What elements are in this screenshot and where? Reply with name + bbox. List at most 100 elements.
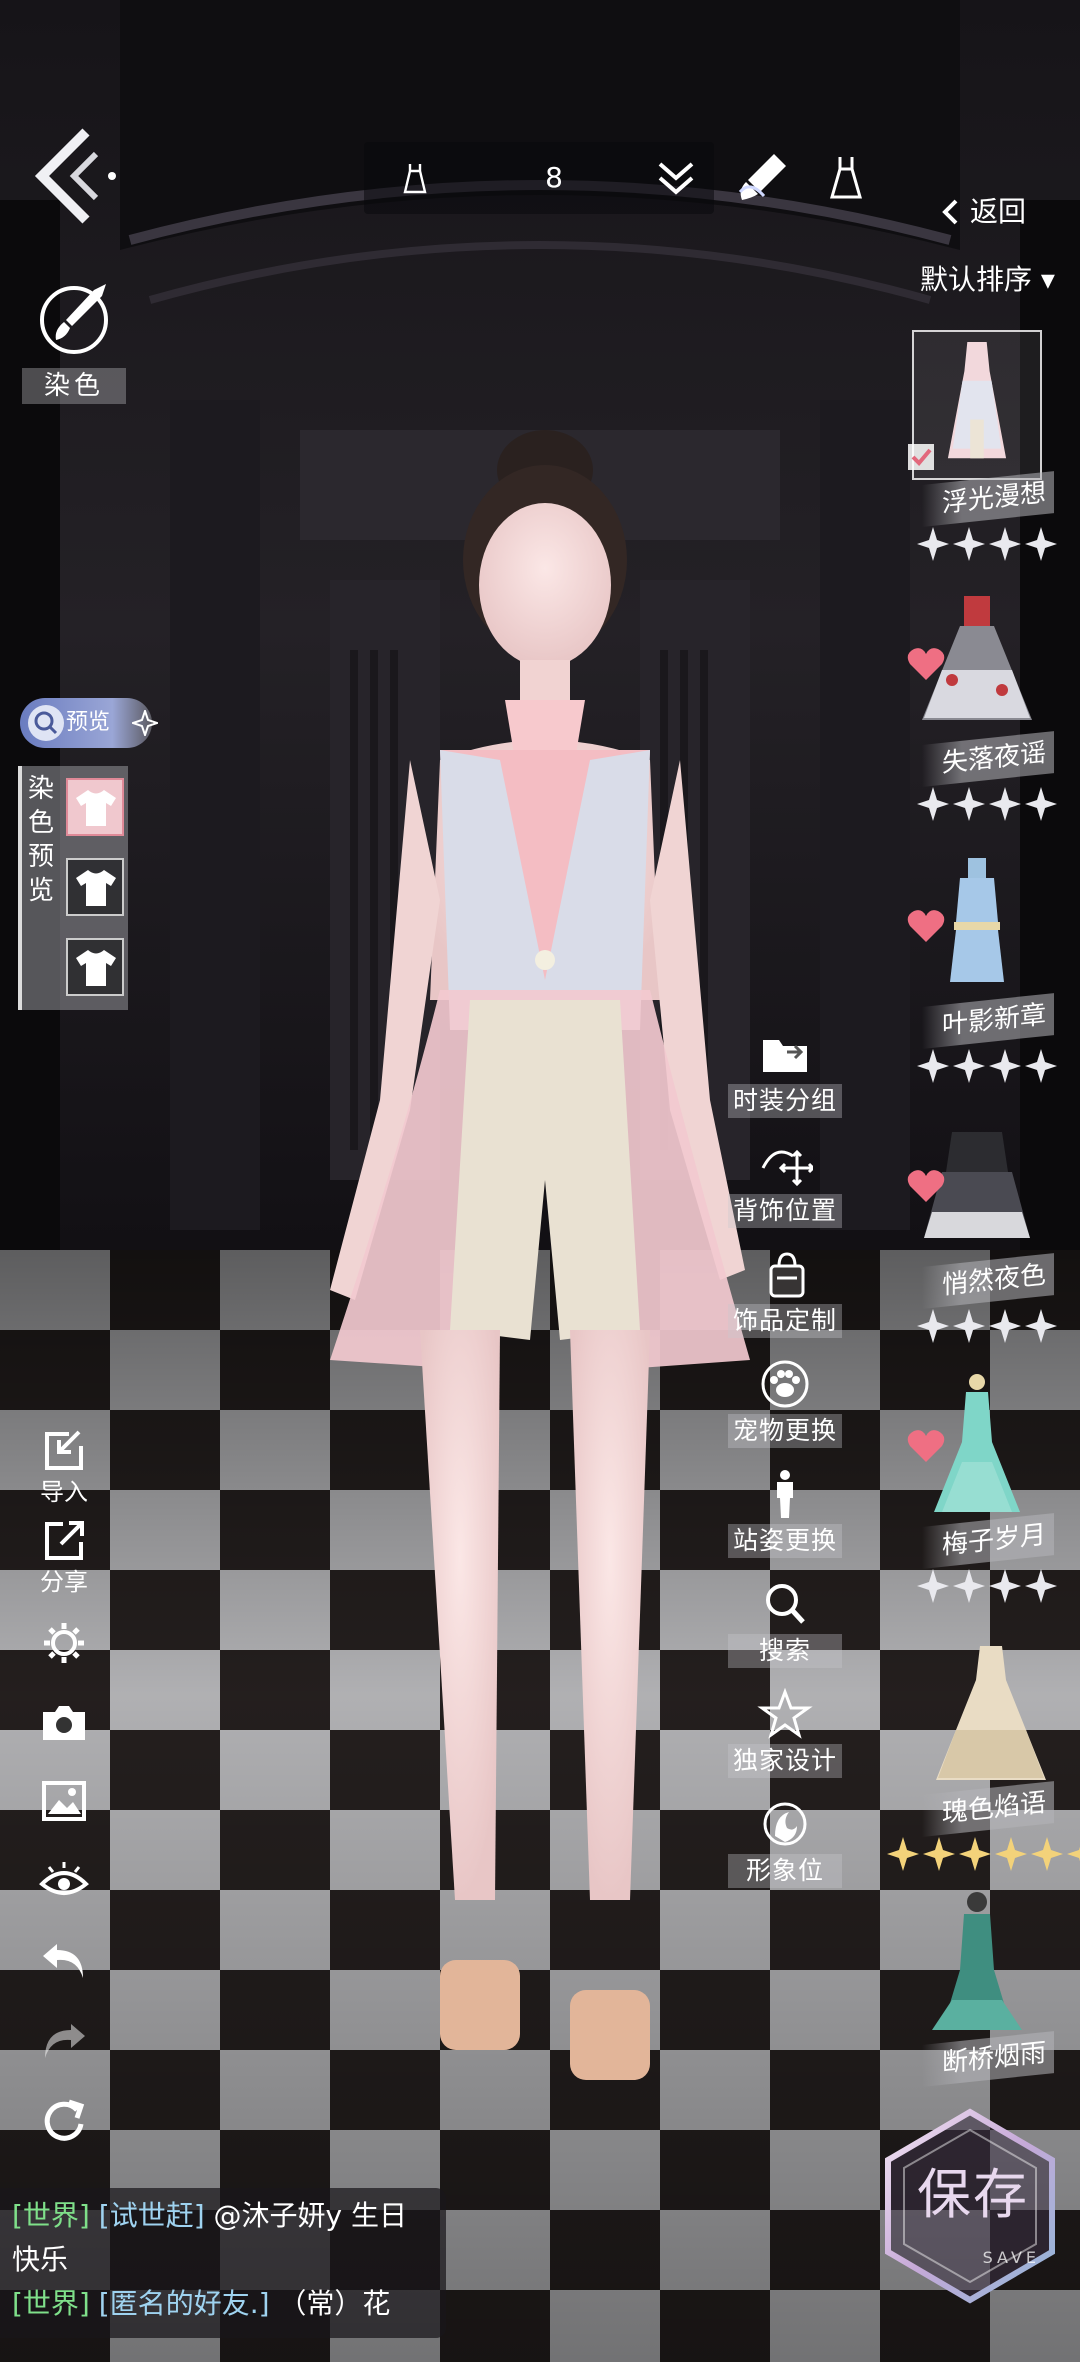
star-icon	[1067, 1846, 1080, 1862]
chat-sender[interactable]: [试世赶]	[99, 2199, 205, 2232]
menu-label: 形象位	[728, 1854, 842, 1888]
star-icon	[989, 1309, 1021, 1343]
undo-button[interactable]	[30, 1938, 98, 1984]
reset-button[interactable]	[30, 2098, 98, 2144]
sparkle-icon	[132, 710, 158, 736]
star-rating	[916, 1308, 1058, 1348]
move-icon	[761, 1149, 813, 1187]
pet-change-button[interactable]: 宠物更换	[728, 1358, 842, 1448]
camera-button[interactable]	[30, 1700, 98, 1746]
outfit-item[interactable]: 梅子岁月	[906, 1372, 1060, 1612]
brush-icon[interactable]	[736, 150, 790, 204]
import-button[interactable]: 导入	[30, 1428, 98, 1508]
share-button[interactable]: 分享	[30, 1518, 98, 1598]
star-icon	[989, 1569, 1021, 1603]
star-icon	[887, 1837, 919, 1871]
back-accessory-position-button[interactable]: 背饰位置	[728, 1138, 842, 1228]
settings-button[interactable]	[30, 1620, 98, 1666]
hide-ui-button[interactable]	[30, 1858, 98, 1904]
star-icon	[953, 1309, 985, 1343]
star-icon	[989, 787, 1021, 821]
star-icon	[917, 1569, 949, 1603]
star-icon	[953, 787, 985, 821]
save-button[interactable]: 保存 SAVE	[880, 2108, 1060, 2304]
dye-preview-toggle[interactable]: 预览	[20, 698, 158, 748]
outfit-item[interactable]: 失落夜谣	[906, 590, 1060, 830]
undo-icon	[43, 1944, 83, 1978]
search-icon	[28, 705, 64, 741]
star-icon	[1025, 1309, 1057, 1343]
star-rating	[916, 1568, 1058, 1608]
favorite-heart-icon[interactable]	[906, 646, 946, 682]
preview-toggle-label: 预览	[66, 710, 111, 735]
star-icon	[989, 1049, 1021, 1083]
dye-preview-panel: 染色预览	[18, 766, 128, 1010]
redo-button[interactable]	[30, 2018, 98, 2064]
star-icon	[917, 1309, 949, 1343]
exclusive-design-button[interactable]: 独家设计	[728, 1688, 842, 1778]
chat-message: [世界] [试世赶] @沐子妍y 生日快乐	[12, 2194, 434, 2282]
reset-icon	[44, 2099, 85, 2141]
star-icon	[1025, 527, 1057, 561]
chevron-down-icon[interactable]	[654, 158, 698, 198]
star-icon	[989, 527, 1021, 561]
paw-icon	[761, 1360, 809, 1408]
world-chat-box[interactable]: [世界] [试世赶] @沐子妍y 生日快乐 [世界] [匿名的好友.] （常）花	[0, 2188, 446, 2338]
back-arrow-icon[interactable]	[28, 128, 118, 224]
search-button[interactable]: 搜索	[728, 1578, 842, 1668]
chat-text: （常）花	[269, 2287, 391, 2320]
outfit-item[interactable]: 叶影新章	[906, 852, 1060, 1092]
favorite-heart-icon[interactable]	[906, 1428, 946, 1464]
star-rating	[916, 786, 1058, 826]
outfit-counter-bar: 8	[364, 142, 714, 214]
picture-icon	[42, 1781, 86, 1821]
pose-icon	[777, 1470, 793, 1518]
outfit-item[interactable]: 瑰色焰语	[886, 1640, 1080, 1880]
menu-label: 时装分组	[728, 1084, 842, 1118]
menu-label: 搜索	[728, 1634, 842, 1668]
return-button[interactable]: 返回	[940, 190, 1040, 234]
pose-change-button[interactable]: 站姿更换	[728, 1468, 842, 1558]
star-icon	[1025, 787, 1057, 821]
outfit-thumbnail	[936, 1646, 1046, 1780]
shirt-icon	[76, 870, 116, 906]
favorite-heart-icon[interactable]	[906, 908, 946, 944]
settings-gear-icon	[44, 1623, 84, 1663]
dye-label: 染色	[22, 368, 126, 404]
camera-icon	[43, 1706, 85, 1740]
star-icon	[995, 1837, 1027, 1871]
accessory-custom-button[interactable]: 饰品定制	[728, 1248, 842, 1338]
appearance-slot-button[interactable]: 形象位	[728, 1798, 842, 1888]
checkbox-checked-icon	[908, 444, 934, 470]
outfit-item[interactable]: 断桥烟雨	[906, 1890, 1060, 2130]
menu-label: 饰品定制	[728, 1304, 842, 1338]
dye-slot-1[interactable]	[66, 778, 124, 836]
bag-icon	[769, 1252, 805, 1298]
tool-label: 导入	[40, 1478, 88, 1506]
share-icon	[45, 1521, 84, 1560]
chat-channel: [世界]	[12, 2199, 90, 2232]
chat-sender[interactable]: [匿名的好友.]	[99, 2287, 270, 2320]
photo-button[interactable]	[30, 1778, 98, 1824]
shirt-icon	[76, 950, 116, 986]
search-icon	[766, 1584, 805, 1624]
star-icon	[953, 1049, 985, 1083]
dye-slot-2[interactable]	[66, 858, 124, 916]
chevron-left-icon	[942, 199, 958, 225]
star-icon	[923, 1837, 955, 1871]
chat-channel: [世界]	[12, 2287, 90, 2320]
dress-icon[interactable]	[828, 155, 864, 201]
redo-icon	[45, 2024, 85, 2058]
sort-dropdown[interactable]: 默认排序 ▾	[920, 258, 1070, 302]
menu-label: 站姿更换	[728, 1524, 842, 1558]
outfit-item[interactable]: 悄然夜色	[906, 1112, 1060, 1352]
dye-palette-icon[interactable]	[36, 280, 114, 358]
star-rating	[886, 1836, 1080, 1876]
dye-slot-3[interactable]	[66, 938, 124, 996]
outfit-item[interactable]: 浮光漫想	[906, 330, 1060, 570]
outfit-group-button[interactable]: 时装分组	[728, 1028, 842, 1118]
folder-icon	[763, 1040, 807, 1072]
favorite-heart-icon[interactable]	[906, 1168, 946, 1204]
star-rating	[916, 1048, 1058, 1088]
star-rating	[916, 526, 1058, 566]
